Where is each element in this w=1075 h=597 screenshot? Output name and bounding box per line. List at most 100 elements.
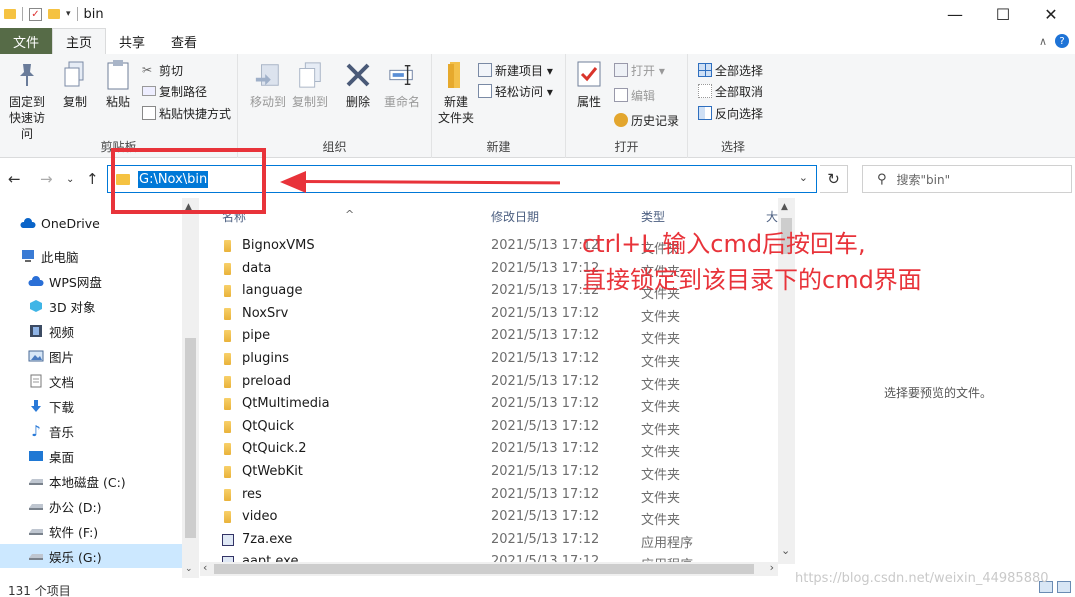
- properties-button[interactable]: 属性: [574, 60, 604, 110]
- scroll-left-icon[interactable]: ‹: [203, 561, 207, 574]
- new-item-button[interactable]: 新建项目 ▾: [478, 60, 553, 80]
- tab-home[interactable]: 主页: [52, 28, 107, 54]
- title-bar: ✓ ▾ bin — ☐ ✕: [0, 0, 1075, 28]
- copy-to-button[interactable]: 复制到: [290, 60, 330, 110]
- folder-icon: [224, 262, 231, 275]
- file-name: pipe: [242, 328, 271, 344]
- refresh-button[interactable]: ↻: [820, 165, 848, 193]
- column-header-date[interactable]: 修改日期: [491, 208, 539, 225]
- file-name: plugins: [242, 351, 289, 366]
- file-list-horizontal-scrollbar[interactable]: ‹ ›: [200, 561, 778, 576]
- select-none-button[interactable]: 全部取消: [698, 81, 763, 101]
- select-none-label: 全部取消: [715, 84, 764, 99]
- collapse-ribbon-icon[interactable]: ∧: [1039, 35, 1047, 48]
- paste-shortcut-button[interactable]: 粘贴快捷方式: [142, 103, 231, 123]
- sidebar-item-wps-drive[interactable]: WPS网盘: [0, 269, 182, 293]
- move-to-button[interactable]: 移动到: [248, 60, 288, 110]
- sidebar-item-3d-objects[interactable]: 3D 对象: [0, 294, 182, 318]
- forward-arrow-icon[interactable]: →: [40, 170, 53, 188]
- sidebar-item-music[interactable]: ♪ 音乐: [0, 419, 182, 443]
- drive-icon: [28, 474, 44, 488]
- file-name: language: [242, 283, 303, 299]
- file-row[interactable]: QtMultimedia 2021/5/13 17:12 文件夹: [200, 393, 778, 415]
- maximize-button[interactable]: ☐: [979, 0, 1027, 28]
- scroll-right-icon[interactable]: ›: [770, 561, 774, 574]
- sidebar-item-label: 软件 (F:): [49, 524, 99, 540]
- file-row[interactable]: QtWebKit 2021/5/13 17:12 文件夹: [200, 461, 778, 483]
- sidebar-item-drive-c[interactable]: 本地磁盘 (C:): [0, 469, 182, 493]
- file-date: 2021/5/13 17:12: [491, 351, 600, 366]
- organize-group: 移动到 复制到 删除 重命名 组织: [238, 54, 432, 158]
- scroll-up-icon[interactable]: ▲: [781, 202, 788, 212]
- preview-message: 选择要预览的文件。: [884, 386, 993, 400]
- open-group: 属性 打开 ▾ 编辑 历史记录 打开: [566, 54, 688, 158]
- scroll-down-icon[interactable]: ⌄: [781, 544, 790, 557]
- rename-button[interactable]: 重命名: [382, 60, 422, 110]
- close-button[interactable]: ✕: [1027, 0, 1075, 28]
- sidebar-item-videos[interactable]: 视频: [0, 319, 182, 343]
- tab-file[interactable]: 文件: [0, 28, 53, 54]
- file-name: QtMultimedia: [242, 396, 330, 412]
- sidebar-item-documents[interactable]: 文档: [0, 369, 182, 393]
- up-arrow-icon[interactable]: ↑: [86, 170, 99, 188]
- scroll-down-icon[interactable]: ⌄: [185, 564, 193, 574]
- invert-selection-icon: [698, 106, 712, 120]
- folder-icon: [4, 9, 16, 19]
- paste-button[interactable]: 粘贴: [102, 60, 134, 110]
- history-button[interactable]: 历史记录: [614, 110, 679, 130]
- file-row[interactable]: res 2021/5/13 17:12 文件夹: [200, 484, 778, 506]
- column-headers: 名称 ^ 修改日期 类型 大: [200, 206, 778, 226]
- rename-icon: [388, 60, 416, 90]
- column-header-size[interactable]: 大: [766, 208, 778, 225]
- file-row[interactable]: NoxSrv 2021/5/13 17:12 文件夹: [200, 303, 778, 325]
- recent-locations-chevron-icon[interactable]: ⌄: [66, 174, 74, 185]
- file-row[interactable]: preload 2021/5/13 17:12 文件夹: [200, 371, 778, 393]
- invert-selection-button[interactable]: 反向选择: [698, 103, 763, 123]
- pin-quick-access-button[interactable]: 固定到 快速访问: [4, 60, 50, 142]
- open-button[interactable]: 打开 ▾: [614, 60, 665, 80]
- sidebar-scrollbar[interactable]: ▲ ⌄: [182, 198, 199, 578]
- sidebar-item-drive-d[interactable]: 办公 (D:): [0, 494, 182, 518]
- sidebar-item-this-pc[interactable]: 此电脑: [0, 244, 182, 268]
- select-group-label: 选择: [720, 140, 745, 154]
- sidebar-item-pictures[interactable]: 图片: [0, 344, 182, 368]
- tab-view[interactable]: 查看: [158, 28, 210, 54]
- sidebar-item-drive-f[interactable]: 软件 (F:): [0, 519, 182, 543]
- file-row[interactable]: QtQuick 2021/5/13 17:12 文件夹: [200, 416, 778, 438]
- file-row[interactable]: 7za.exe 2021/5/13 17:12 应用程序: [200, 529, 778, 551]
- chevron-down-icon[interactable]: ▾: [66, 9, 71, 19]
- properties-check-icon[interactable]: ✓: [29, 7, 42, 21]
- new-group: 新建 文件夹 新建项目 ▾ 轻松访问 ▾ 新建: [432, 54, 566, 158]
- file-date: 2021/5/13 17:12: [491, 418, 600, 434]
- help-icon[interactable]: ?: [1055, 34, 1069, 48]
- scrollbar-thumb[interactable]: [185, 338, 196, 538]
- search-box[interactable]: ⚲ 搜索"bin": [862, 165, 1072, 193]
- minimize-button[interactable]: —: [931, 0, 979, 28]
- large-icons-view-icon[interactable]: [1057, 581, 1071, 593]
- new-folder-button[interactable]: 新建 文件夹: [434, 60, 478, 126]
- back-arrow-icon[interactable]: ←: [8, 170, 21, 188]
- new-folder-icon[interactable]: [48, 9, 60, 19]
- sidebar-item-drive-g[interactable]: 娱乐 (G:): [0, 544, 182, 568]
- scrollbar-thumb[interactable]: [214, 564, 754, 574]
- picture-icon: [28, 349, 44, 363]
- column-header-type[interactable]: 类型: [641, 208, 665, 225]
- file-row[interactable]: video 2021/5/13 17:12 文件夹: [200, 506, 778, 528]
- copy-button[interactable]: 复制: [60, 60, 90, 110]
- tab-share[interactable]: 共享: [106, 28, 158, 54]
- film-icon: [28, 324, 44, 338]
- delete-button[interactable]: 删除: [342, 60, 374, 110]
- sidebar-item-label: 文档: [49, 374, 75, 390]
- edit-button[interactable]: 编辑: [614, 85, 655, 105]
- address-dropdown-chevron-icon[interactable]: ⌄: [799, 171, 808, 184]
- cut-button[interactable]: ✂ 剪切: [142, 60, 183, 80]
- easy-access-button[interactable]: 轻松访问 ▾: [478, 81, 553, 101]
- copy-path-button[interactable]: 复制路径: [142, 81, 207, 101]
- select-all-button[interactable]: 全部选择: [698, 60, 763, 80]
- file-row[interactable]: plugins 2021/5/13 17:12 文件夹: [200, 348, 778, 370]
- sidebar-item-downloads[interactable]: 下载: [0, 394, 182, 418]
- sidebar-item-onedrive[interactable]: OneDrive: [0, 211, 182, 235]
- file-row[interactable]: pipe 2021/5/13 17:12 文件夹: [200, 325, 778, 347]
- sidebar-item-desktop[interactable]: 桌面: [0, 444, 182, 468]
- file-row[interactable]: QtQuick.2 2021/5/13 17:12 文件夹: [200, 438, 778, 460]
